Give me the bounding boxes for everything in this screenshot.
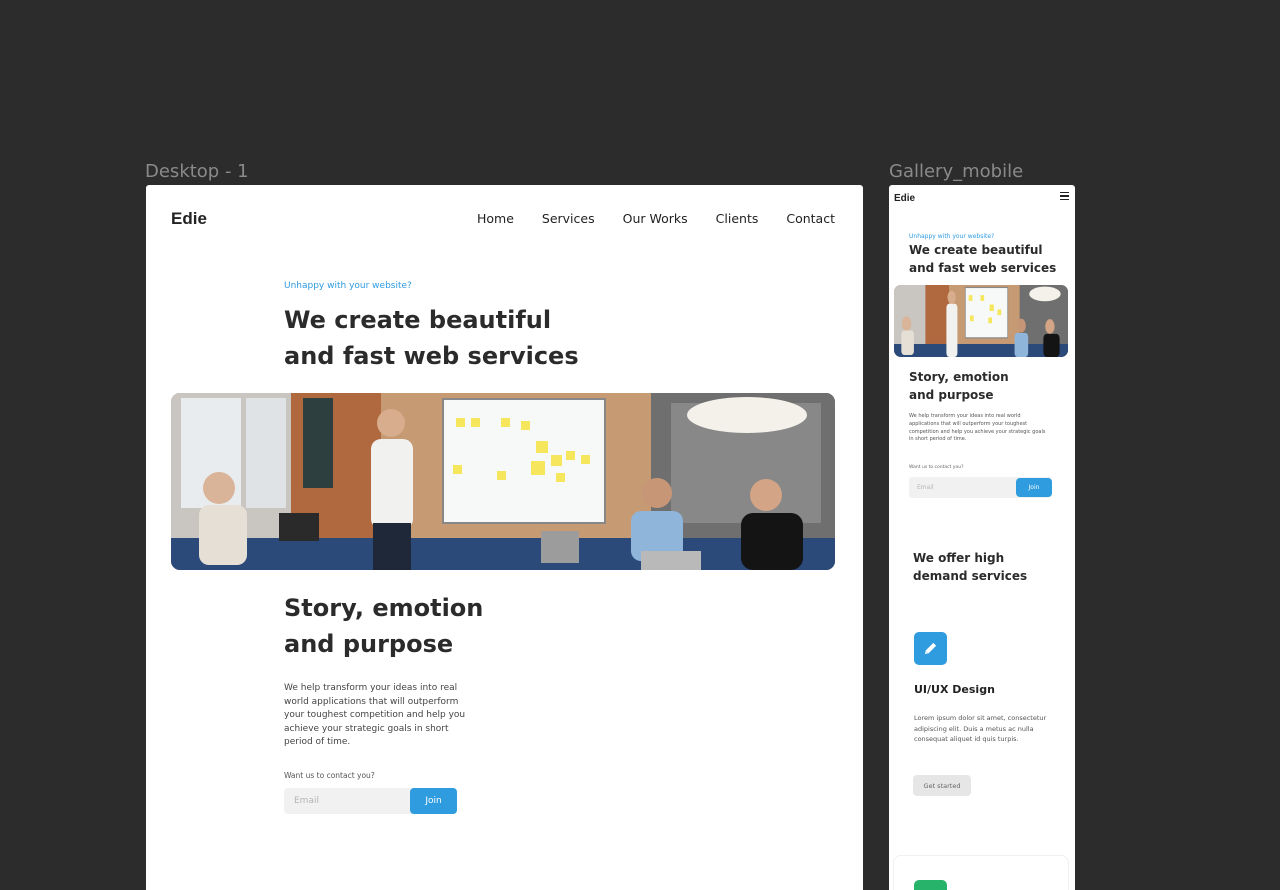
- nav-clients[interactable]: Clients: [716, 211, 759, 226]
- nav-services[interactable]: Services: [542, 211, 595, 226]
- nav-home[interactable]: Home: [477, 211, 514, 226]
- hero-image: [171, 393, 835, 570]
- mobile-email-signup-form: Join: [909, 477, 1052, 498]
- mobile-contact-prompt: Want us to contact you?: [909, 465, 964, 470]
- hero-eyebrow: Unhappy with your website?: [284, 281, 412, 291]
- offer-title: We offer high demand services: [913, 551, 1028, 583]
- mobile-frame: Edie Unhappy with your website? We creat…: [889, 185, 1075, 890]
- service-icon-box: [914, 880, 947, 890]
- mobile-frame-label: Gallery_mobile: [889, 161, 1024, 182]
- mobile-logo[interactable]: Edie: [894, 193, 915, 204]
- pencil-icon: [914, 632, 947, 665]
- hamburger-icon[interactable]: [1060, 192, 1069, 200]
- join-button[interactable]: Join: [410, 788, 457, 814]
- mobile-story-text: We help transform your ideas into real w…: [909, 413, 1046, 443]
- email-signup-form: Join: [284, 788, 457, 814]
- story-text: We help transform your ideas into real w…: [284, 683, 466, 747]
- email-input[interactable]: [284, 788, 409, 814]
- mobile-hero-image: [894, 285, 1068, 357]
- desktop-frame: Edie Home Services Our Works Clients Con…: [146, 185, 863, 890]
- mobile-hero-eyebrow: Unhappy with your website?: [909, 233, 995, 240]
- main-nav: Home Services Our Works Clients Contact: [477, 211, 835, 226]
- get-started-button[interactable]: Get started: [913, 775, 971, 796]
- service-title: UI/UX Design: [914, 683, 995, 696]
- contact-prompt: Want us to contact you?: [284, 771, 375, 780]
- mobile-story-title: Story, emotion and purpose: [909, 370, 1009, 402]
- mobile-hero-title: We create beautiful and fast web service…: [909, 243, 1057, 275]
- logo[interactable]: Edie: [171, 209, 207, 229]
- service-text: Lorem ipsum dolor sit amet, consectetur …: [914, 714, 1047, 743]
- story-title: Story, emotion and purpose: [284, 594, 484, 658]
- nav-our-works[interactable]: Our Works: [623, 211, 688, 226]
- desktop-frame-label: Desktop - 1: [145, 161, 249, 182]
- hero-title: We create beautiful and fast web service…: [284, 306, 579, 370]
- mobile-email-input[interactable]: [909, 477, 1009, 498]
- mobile-join-button[interactable]: Join: [1016, 478, 1052, 497]
- nav-contact[interactable]: Contact: [786, 211, 835, 226]
